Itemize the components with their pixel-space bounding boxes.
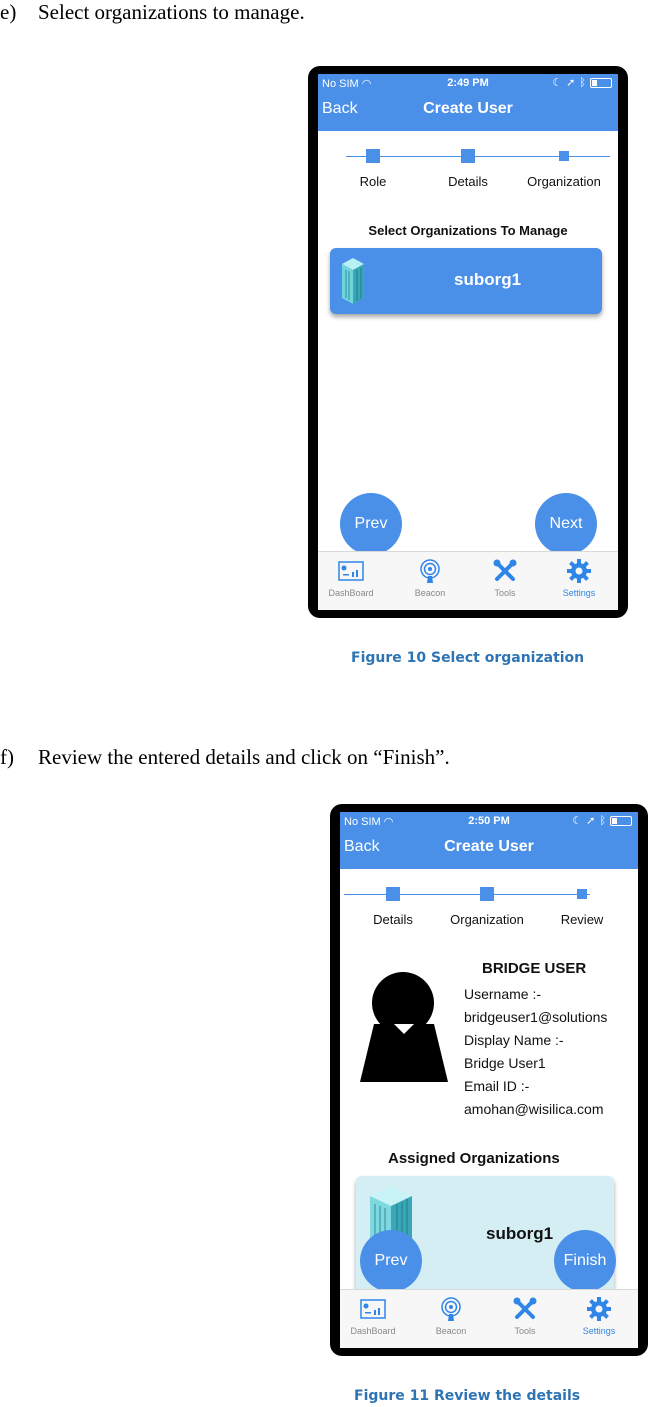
tab-tools[interactable]: Tools bbox=[470, 558, 540, 598]
email-value: amohan@wisilica.com bbox=[464, 1101, 604, 1117]
status-bar: No SIM ◠ 2:50 PM ☾ ➚ ᛒ bbox=[340, 812, 638, 830]
tools-icon bbox=[470, 558, 540, 584]
step-node-details bbox=[461, 149, 475, 163]
beacon-icon bbox=[395, 558, 465, 584]
location-icon: ➚ bbox=[586, 815, 596, 827]
settings-icon bbox=[564, 1296, 634, 1322]
tab-beacon[interactable]: Beacon bbox=[416, 1296, 486, 1336]
progress-stepper: Details Organization Review bbox=[340, 886, 638, 936]
moon-icon: ☾ bbox=[552, 77, 563, 89]
dashboard-icon bbox=[340, 1296, 408, 1322]
step-letter: e) bbox=[0, 0, 17, 24]
username-value: bridgeuser1@solutions bbox=[464, 1009, 608, 1025]
org-card-suborg1[interactable]: suborg1 bbox=[330, 248, 602, 314]
tools-icon bbox=[490, 1296, 560, 1322]
bluetooth-icon: ᛒ bbox=[579, 76, 586, 89]
status-icons: ☾ ➚ ᛒ bbox=[552, 76, 612, 89]
finish-button[interactable]: Finish bbox=[554, 1230, 616, 1292]
tab-label: Settings bbox=[582, 1326, 616, 1336]
step-label-details: Details bbox=[448, 174, 488, 189]
display-name-value: Bridge User1 bbox=[464, 1055, 546, 1071]
step-f-instruction: f) Review the entered details and click o… bbox=[0, 745, 450, 770]
app-screen: No SIM ◠ 2:49 PM ☾ ➚ ᛒ Back Create User … bbox=[318, 74, 618, 610]
beacon-icon bbox=[416, 1296, 486, 1322]
org-name: suborg1 bbox=[486, 1224, 554, 1243]
tab-label: Tools bbox=[494, 588, 516, 598]
battery-icon bbox=[590, 77, 612, 88]
step-label-organization: Organization bbox=[450, 912, 524, 927]
tab-dashboard[interactable]: DashBoard bbox=[318, 558, 386, 598]
assigned-organizations-title: Assigned Organizations bbox=[388, 1150, 560, 1167]
figure-11-caption: Figure 11 Review the details bbox=[354, 1388, 581, 1404]
step-text: Select organizations to manage. bbox=[38, 0, 305, 24]
dashboard-icon bbox=[318, 558, 386, 584]
tab-settings[interactable]: Settings bbox=[564, 1296, 634, 1336]
user-title: BRIDGE USER bbox=[482, 960, 587, 977]
tab-settings[interactable]: Settings bbox=[544, 558, 614, 598]
prev-button[interactable]: Prev bbox=[360, 1230, 422, 1292]
tab-label: Beacon bbox=[435, 1326, 467, 1336]
building-icon bbox=[342, 258, 364, 304]
progress-stepper: Role Details Organization bbox=[318, 148, 618, 198]
tab-label: Tools bbox=[514, 1326, 536, 1336]
next-button[interactable]: Next bbox=[535, 493, 597, 555]
tab-bar: DashBoard Beacon Tools Settings bbox=[340, 1289, 638, 1348]
step-label-details: Details bbox=[373, 912, 413, 927]
tab-bar: DashBoard Beacon Tools Settings bbox=[318, 551, 618, 610]
tab-beacon[interactable]: Beacon bbox=[395, 558, 465, 598]
tab-label: DashBoard bbox=[328, 588, 374, 598]
stepper-line bbox=[344, 894, 590, 895]
username-label: Username :- bbox=[464, 986, 542, 1002]
display-name-label: Display Name :- bbox=[464, 1032, 564, 1048]
step-e-instruction: e) Select organizations to manage. bbox=[0, 0, 305, 25]
moon-icon: ☾ bbox=[572, 815, 583, 827]
figure-10-caption: Figure 10 Select organization bbox=[351, 650, 585, 666]
email-label: Email ID :- bbox=[464, 1078, 530, 1094]
nav-title: Create User bbox=[444, 838, 534, 855]
tab-label: Beacon bbox=[414, 588, 446, 598]
step-text: Review the entered details and click on … bbox=[38, 745, 450, 769]
step-label-role: Role bbox=[359, 174, 387, 189]
nav-bar: No SIM ◠ 2:50 PM ☾ ➚ ᛒ Back Create User bbox=[340, 812, 638, 869]
tab-label: DashBoard bbox=[350, 1326, 396, 1336]
phone-screenshot-select-org: No SIM ◠ 2:49 PM ☾ ➚ ᛒ Back Create User … bbox=[308, 66, 628, 618]
tab-label: Settings bbox=[562, 588, 596, 598]
step-letter: f) bbox=[0, 745, 14, 769]
tab-tools[interactable]: Tools bbox=[490, 1296, 560, 1336]
nav-title: Create User bbox=[423, 100, 513, 117]
avatar-body bbox=[360, 1024, 448, 1082]
nav-bar: No SIM ◠ 2:49 PM ☾ ➚ ᛒ Back Create User bbox=[318, 74, 618, 131]
phone-screenshot-review: No SIM ◠ 2:50 PM ☾ ➚ ᛒ Back Create User … bbox=[330, 804, 648, 1356]
app-screen: No SIM ◠ 2:50 PM ☾ ➚ ᛒ Back Create User … bbox=[340, 812, 638, 1348]
step-node-organization bbox=[480, 887, 494, 901]
location-icon: ➚ bbox=[566, 77, 576, 89]
tab-dashboard[interactable]: DashBoard bbox=[340, 1296, 408, 1336]
step-node-organization bbox=[559, 151, 569, 161]
org-name: suborg1 bbox=[454, 270, 522, 289]
status-icons: ☾ ➚ ᛒ bbox=[572, 814, 632, 827]
step-node-role bbox=[366, 149, 380, 163]
step-label-organization: Organization bbox=[527, 174, 601, 189]
stepper-line bbox=[346, 156, 610, 157]
bluetooth-icon: ᛒ bbox=[599, 814, 606, 827]
step-label-review: Review bbox=[560, 912, 604, 927]
battery-icon bbox=[610, 815, 632, 826]
section-title: Select Organizations To Manage bbox=[368, 223, 568, 238]
step-node-details bbox=[386, 887, 400, 901]
step-node-review bbox=[577, 889, 587, 899]
status-bar: No SIM ◠ 2:49 PM ☾ ➚ ᛒ bbox=[318, 74, 618, 92]
prev-button[interactable]: Prev bbox=[340, 493, 402, 555]
settings-icon bbox=[544, 558, 614, 584]
